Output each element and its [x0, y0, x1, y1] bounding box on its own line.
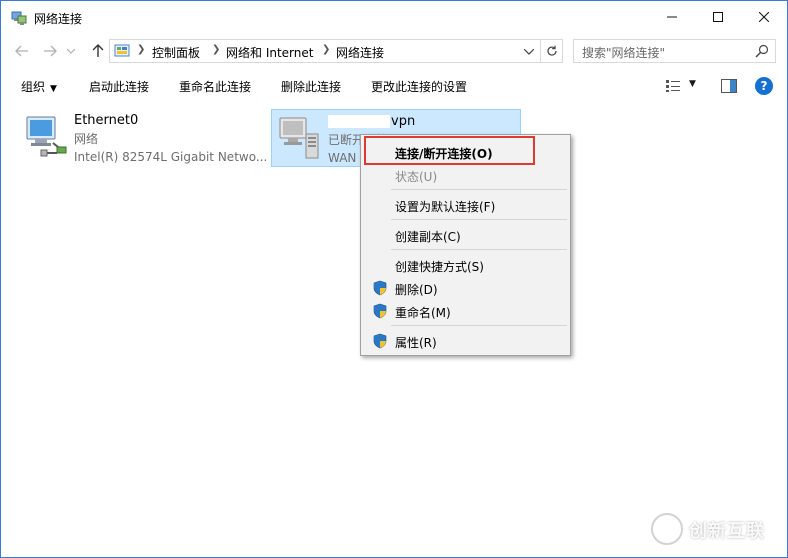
menu-item-label: 创建副本(C) — [395, 230, 461, 244]
close-icon — [759, 12, 769, 22]
search-icon — [755, 44, 769, 58]
menu-item-properties[interactable]: 属性(R) — [363, 330, 568, 352]
arrow-up-icon — [92, 44, 104, 57]
chevron-down-icon — [524, 49, 534, 55]
menu-item-create-shortcut[interactable]: 创建快捷方式(S) — [363, 254, 568, 276]
vpn-connection-icon — [279, 117, 319, 159]
window-title: 网络连接 — [34, 12, 83, 26]
breadcrumb-control-panel[interactable]: 控制面板 — [152, 44, 200, 61]
menu-separator — [391, 189, 567, 190]
search-input[interactable]: 搜索"网络连接" — [573, 39, 776, 63]
watermark-logo-icon — [651, 513, 683, 545]
change-settings-button[interactable]: 更改此连接的设置 — [371, 78, 467, 95]
connection-name: Ethernet0 — [74, 113, 139, 128]
uac-shield-icon — [373, 303, 387, 319]
change-view-icon[interactable] — [665, 79, 681, 93]
address-bar[interactable]: ❯ 控制面板 ❯ 网络和 Internet ❯ 网络连接 — [109, 39, 563, 63]
organize-menu[interactable]: 组织 ▼ — [21, 78, 57, 95]
ethernet-adapter-icon — [26, 116, 67, 157]
connection-status: 网络 — [74, 132, 99, 146]
menu-separator — [391, 249, 567, 250]
menu-item-label: 重命名(M) — [395, 306, 451, 320]
menu-item-create-copy[interactable]: 创建副本(C) — [363, 224, 568, 246]
arrow-right-icon — [44, 45, 57, 57]
maximize-icon — [713, 12, 723, 22]
menu-item-label: 创建快捷方式(S) — [395, 260, 484, 274]
redacted-name-part — [328, 115, 390, 128]
view-options-dropdown[interactable]: ▼ — [689, 79, 696, 89]
command-bar: 组织 ▼ 启动此连接 重命名此连接 删除此连接 更改此连接的设置 ▼ ? — [1, 71, 787, 101]
menu-item-label: 属性(R) — [395, 336, 437, 350]
forward-button[interactable] — [41, 42, 59, 60]
address-row: ❯ 控制面板 ❯ 网络和 Internet ❯ 网络连接 搜索"网络连接" — [1, 35, 787, 67]
search-placeholder: 搜索"网络连接" — [582, 46, 666, 60]
network-connections-icon — [11, 11, 27, 25]
menu-item-label: 删除(D) — [395, 283, 438, 297]
organize-label: 组织 — [21, 80, 46, 94]
caret-down-icon: ▼ — [50, 84, 57, 94]
close-button[interactable] — [741, 1, 787, 33]
menu-item-set-default[interactable]: 设置为默认连接(F) — [363, 194, 568, 216]
up-button[interactable] — [89, 42, 107, 60]
uac-shield-icon — [373, 333, 387, 349]
menu-item-rename[interactable]: 重命名(M) — [363, 300, 568, 322]
breadcrumb-separator: ❯ — [212, 44, 221, 55]
back-button[interactable] — [13, 42, 31, 60]
title-bar[interactable]: 网络连接 — [1, 1, 787, 35]
explorer-window: 网络连接 ❯ 控制面板 ❯ 网络和 Internet ❯ 网络连接 搜索"网络连… — [0, 0, 788, 558]
rename-connection-button[interactable]: 重命名此连接 — [179, 78, 251, 95]
arrow-left-icon — [15, 45, 28, 57]
connection-details: Ethernet0 网络 Intel(R) 82574L Gigabit Net… — [74, 112, 267, 166]
menu-item-delete[interactable]: 删除(D) — [363, 277, 568, 299]
refresh-button[interactable] — [540, 40, 562, 62]
minimize-icon — [667, 16, 677, 18]
recent-locations-button[interactable] — [65, 42, 77, 60]
control-panel-icon — [114, 44, 130, 57]
minimize-button[interactable] — [649, 1, 695, 33]
watermark-text: 创新互联 — [689, 521, 765, 542]
address-history-dropdown[interactable] — [522, 45, 536, 59]
connection-name-row: vpn — [328, 113, 415, 131]
menu-item-status: 状态(U) — [363, 164, 568, 186]
breadcrumb-separator: ❯ — [137, 44, 146, 55]
watermark: 创新互联 — [649, 511, 779, 547]
chevron-down-icon — [67, 48, 75, 54]
maximize-button[interactable] — [695, 1, 741, 33]
connection-name: vpn — [391, 114, 416, 129]
highlight-annotation — [364, 136, 535, 165]
connection-device: Intel(R) 82574L Gigabit Netwo... — [74, 150, 268, 164]
breadcrumb-separator: ❯ — [322, 44, 331, 55]
start-connection-button[interactable]: 启动此连接 — [89, 78, 149, 95]
menu-separator — [391, 325, 567, 326]
delete-connection-button[interactable]: 删除此连接 — [281, 78, 341, 95]
breadcrumb-network-connections[interactable]: 网络连接 — [336, 44, 384, 61]
breadcrumb-network-internet[interactable]: 网络和 Internet — [226, 44, 313, 61]
refresh-icon — [546, 45, 557, 56]
menu-separator — [391, 219, 567, 220]
connection-item-ethernet0[interactable]: Ethernet0 网络 Intel(R) 82574L Gigabit Net… — [17, 109, 267, 167]
menu-item-label: 设置为默认连接(F) — [395, 200, 496, 214]
preview-pane-icon[interactable] — [721, 79, 737, 93]
context-menu: 连接/断开连接(O) 状态(U) 设置为默认连接(F) 创建副本(C) 创建快捷… — [360, 134, 571, 356]
uac-shield-icon — [373, 280, 387, 296]
help-button[interactable]: ? — [755, 77, 773, 95]
menu-item-label: 状态(U) — [395, 170, 438, 184]
